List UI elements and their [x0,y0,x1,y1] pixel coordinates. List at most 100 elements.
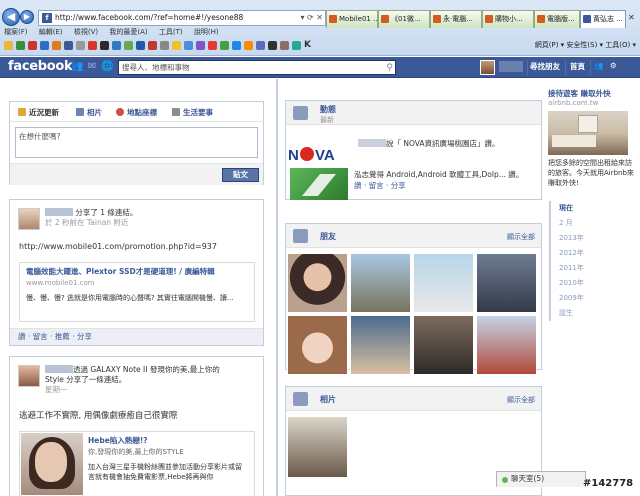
bookmark-icon[interactable] [232,41,241,50]
bookmark-icon[interactable] [136,41,145,50]
bookmark-icon[interactable] [172,41,181,50]
bookmark-icon[interactable] [268,41,277,50]
post-actions[interactable]: 讚 · 留言 · 推薦 · 分享 [10,328,263,345]
bookmark-icon[interactable] [148,41,157,50]
site-favicon-icon [433,15,441,23]
privacy-shortcuts-icon[interactable]: 👥 [594,61,603,70]
menu-edit[interactable]: 編輯(E) [39,28,63,36]
close-tab-icon[interactable]: ✕ [628,13,635,22]
link-preview[interactable]: Hebe陷入熱戀!? 你,發現你的美,最上你的STYLE 加入台灣三星手機粉絲團… [19,431,255,496]
notifications-icon[interactable]: 🌐 [101,61,113,73]
link-preview[interactable]: 電腦效能大躍進、Plextor SSD才是硬道理! / 廣編特輯 www.mob… [19,262,255,322]
profile-name-redacted[interactable] [499,61,523,72]
sponsored-ad[interactable]: 接待遊客 賺取外快 airbnb.com.tw 把您多餘的空間出租給來訪的旅客。… [548,89,640,188]
year-item[interactable]: 2 月 [551,216,640,231]
post-timestamp[interactable]: 於 2 秒前在 Tainan 附近 [45,218,128,227]
bookmark-icon[interactable] [208,41,217,50]
command-bar[interactable]: 網頁(P) ▾ 安全性(S) ▾ 工具(O) ▾ [535,40,636,50]
year-item[interactable]: 2013年 [551,231,640,246]
bookmark-icon[interactable] [76,41,85,50]
activity-actions[interactable]: 讚 · 留言 · 分享 [354,181,406,190]
status-input[interactable]: 在想什麼嗎? [15,127,258,158]
menu-favorites[interactable]: 我的最愛(A) [109,28,147,36]
settings-gear-icon[interactable]: ⚙ [610,61,617,70]
year-item[interactable]: 2009年 [551,291,640,306]
favorites-star-icon[interactable] [4,41,13,50]
menu-help[interactable]: 說明(H) [194,28,219,36]
link-preview-source: www.mobile01.com [26,279,95,287]
friend-photo[interactable] [287,253,348,313]
refresh-stop-icon[interactable]: ▾ ⟳ ✕ [300,11,323,25]
year-item[interactable]: 2011年 [551,261,640,276]
link-preview-thumbnail[interactable] [21,433,83,495]
bookmark-icon[interactable] [124,41,133,50]
link-preview-title[interactable]: Hebe陷入熱戀!? [88,432,254,446]
friend-photo[interactable] [287,315,348,375]
bookmark-icon[interactable] [112,41,121,50]
bookmark-icon[interactable] [40,41,49,50]
bookmark-icon[interactable] [88,41,97,50]
ad-title[interactable]: 接待遊客 賺取外快 [548,89,640,99]
see-all-friends-link[interactable]: 顯示全部 [507,232,535,242]
bookmark-icon[interactable] [160,41,169,50]
tab-photo[interactable]: 相片 [76,107,102,118]
year-item[interactable]: 誕生 [551,306,640,321]
android-app-thumbnail[interactable] [290,168,348,200]
tab-status-update[interactable]: 近況更新 [18,107,59,118]
avatar[interactable] [480,60,495,75]
find-friends-link[interactable]: 尋找朋友 [530,61,560,72]
see-all-photos-link[interactable]: 顯示全部 [507,395,535,405]
photos-title[interactable]: 相片 [320,394,336,405]
nova-logo[interactable]: N VA [286,143,348,165]
bookmark-icon[interactable] [16,41,25,50]
photo-thumbnail[interactable] [287,416,348,478]
bookmark-icon[interactable] [52,41,61,50]
address-bar[interactable]: f http://www.facebook.com/?ref=home#!/ye… [38,10,326,26]
facebook-logo[interactable]: facebook [8,59,73,74]
bookmark-icon[interactable] [100,41,109,50]
home-link[interactable]: 首頁 [570,61,585,72]
k-bookmark-icon[interactable]: K [304,40,311,50]
bookmark-icon[interactable] [280,41,289,50]
friend-photo[interactable] [413,253,474,313]
bookmark-icon[interactable] [64,41,73,50]
activity-title[interactable]: 動態 [320,104,336,115]
chat-bar[interactable]: 聊天室(5) [496,471,586,487]
bookmark-icon[interactable] [292,41,301,50]
menu-view[interactable]: 檢視(V) [74,28,98,36]
forward-icon[interactable]: ▶ [20,10,34,24]
friend-photo[interactable] [413,315,474,375]
friends-title[interactable]: 朋友 [320,231,336,242]
actor-name-redacted[interactable] [358,139,386,147]
search-icon[interactable]: ⚲ [386,62,393,75]
friend-photo[interactable] [476,253,537,313]
tab-place[interactable]: 地點座標 [116,107,157,118]
avatar[interactable] [18,208,40,230]
avatar[interactable] [18,365,40,387]
bookmark-icon[interactable] [220,41,229,50]
friend-photo[interactable] [350,253,411,313]
bookmark-icon[interactable] [196,41,205,50]
post-button[interactable]: 貼文 [222,168,259,182]
author-name-redacted[interactable] [45,208,73,216]
friend-photo[interactable] [350,315,411,375]
search-input[interactable]: 搜尋人、地標和事物 ⚲ [118,60,396,75]
bookmark-icon[interactable] [244,41,253,50]
tab-life-event[interactable]: 生活要事 [172,107,213,118]
back-icon[interactable]: ◀ [2,8,20,26]
messages-icon[interactable]: ✉ [86,61,98,73]
friend-requests-icon[interactable]: 👥 [71,61,83,73]
link-preview-title[interactable]: 電腦效能大躍進、Plextor SSD才是硬道理! / 廣編特輯 [20,263,254,277]
author-name-redacted[interactable] [45,365,73,373]
bookmark-icon[interactable] [256,41,265,50]
friend-photo[interactable] [476,315,537,375]
ad-image[interactable] [548,111,628,155]
post-timestamp[interactable]: 星期一 [45,385,68,394]
year-item[interactable]: 2010年 [551,276,640,291]
bookmark-icon[interactable] [28,41,37,50]
menu-tools[interactable]: 工具(T) [159,28,183,36]
year-item[interactable]: 2012年 [551,246,640,261]
year-item[interactable]: 現在 [551,201,640,216]
bookmark-icon[interactable] [184,41,193,50]
menu-file[interactable]: 檔案(F) [4,28,28,36]
